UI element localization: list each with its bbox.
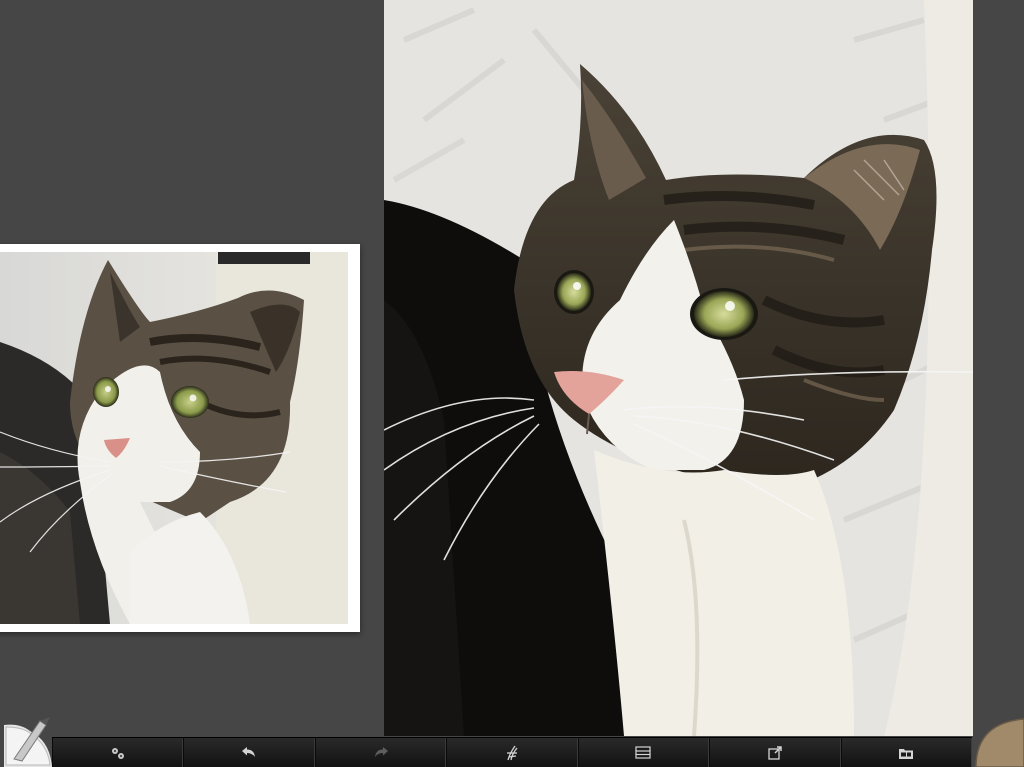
reference-photo-cat [0,252,348,624]
undo-arrow-icon [242,747,256,757]
layers-icon [635,746,651,759]
gear-icon [111,748,124,759]
share-export-icon [768,746,782,760]
redo-button[interactable] [314,738,447,767]
reference-photo-panel[interactable] [0,244,360,632]
gallery-folder-icon [899,749,914,759]
brush-strokes-icon [506,745,518,761]
color-swatch-icon[interactable] [972,715,1024,767]
painting-canvas[interactable] [384,0,973,736]
share-button[interactable] [709,738,841,767]
gallery-button[interactable] [840,738,972,767]
bottom-toolbar [52,737,972,767]
settings-button[interactable] [52,738,184,767]
cat-painting [384,0,973,736]
undo-button[interactable] [183,738,315,767]
redo-arrow-icon [374,747,388,757]
brush-presets-button[interactable] [446,738,578,767]
layers-button[interactable] [577,738,710,767]
brush-palette-knife-icon[interactable] [0,715,52,767]
app-window [0,0,1024,767]
